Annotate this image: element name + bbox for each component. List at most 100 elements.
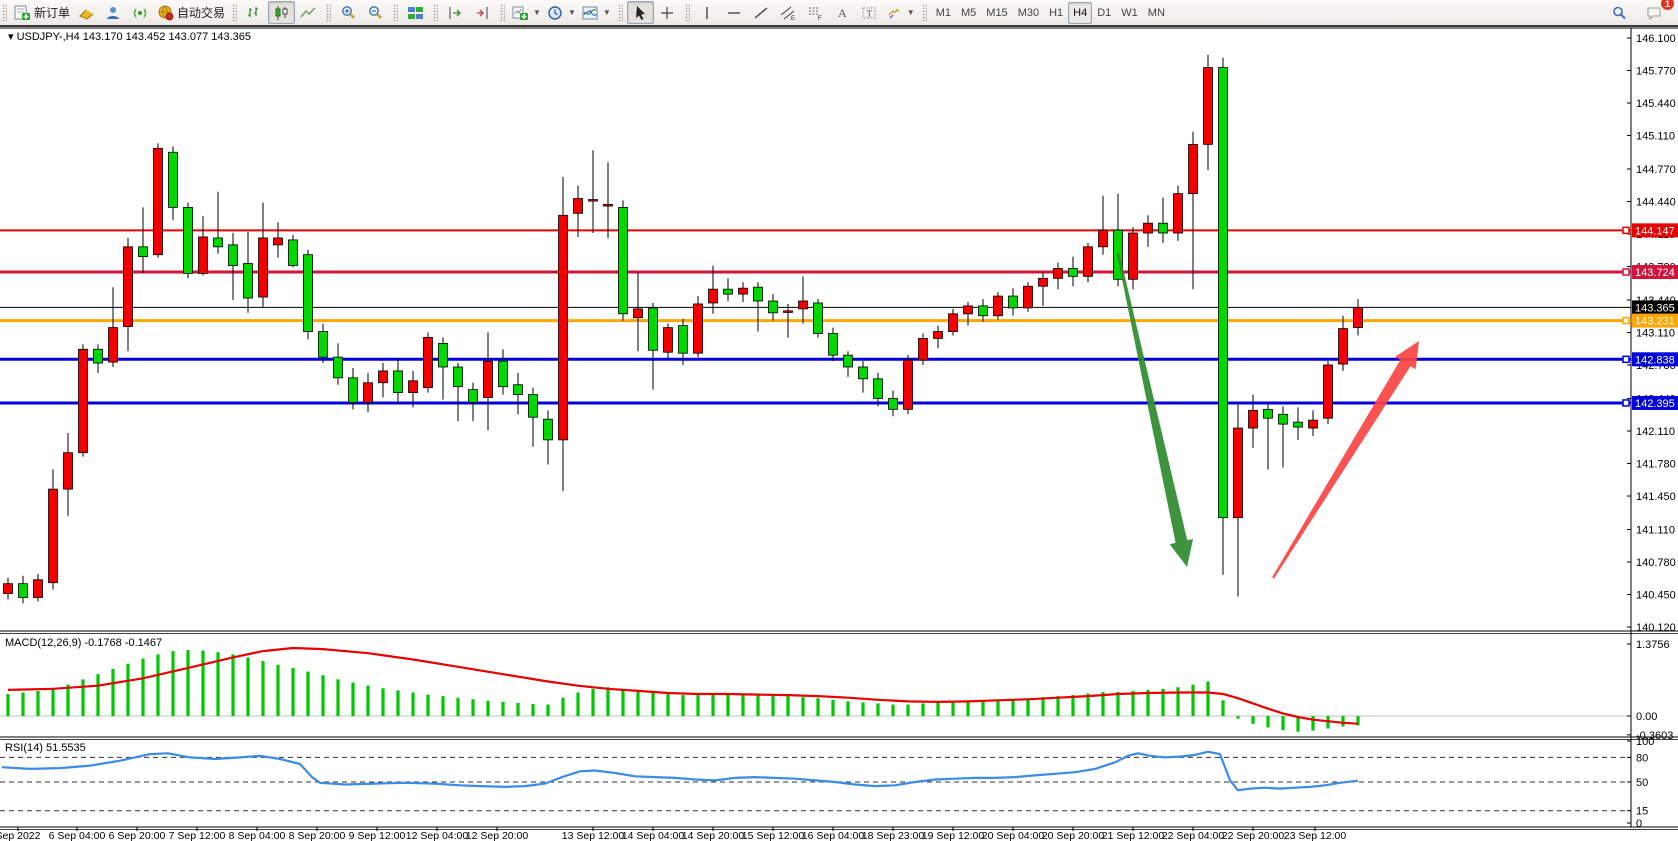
crosshair-button[interactable] [654, 1, 681, 24]
toolbar-separator [326, 4, 331, 22]
toolbar-separator [922, 4, 927, 22]
candle-body [4, 584, 13, 594]
candle-body [1099, 230, 1108, 247]
candle-body [1189, 144, 1198, 193]
toolbar-separator [618, 4, 623, 22]
new-chart-icon [512, 5, 529, 21]
price-line-label: 143.231 [1635, 316, 1675, 328]
price-tick-label: 143.110 [1636, 328, 1675, 340]
price-tick-label: 145.440 [1636, 98, 1676, 110]
price-line-label: 144.147 [1635, 225, 1675, 237]
chart-canvas[interactable]: 146.100145.770145.440145.110144.770144.4… [0, 27, 1678, 841]
new-order-button[interactable]: 新订单 [11, 1, 73, 24]
price-tick-label: 144.770 [1636, 164, 1676, 176]
chart-shift-button[interactable] [442, 1, 469, 24]
candle-body [769, 301, 778, 313]
candle-body [1054, 268, 1063, 278]
toolbar-separator [2, 4, 7, 22]
candlestick-icon [273, 5, 290, 21]
line-anchor-marker [1623, 356, 1629, 362]
zoom-in-button[interactable] [335, 1, 362, 24]
timeframe-m5[interactable]: M5 [956, 2, 981, 24]
candle-body [409, 381, 418, 393]
candle-body [874, 379, 883, 399]
bar-chart-button[interactable] [241, 1, 268, 24]
channel-button[interactable]: E [775, 1, 802, 24]
price-tick-label: 141.450 [1636, 491, 1676, 503]
candle-body [619, 207, 628, 313]
candlestick-button[interactable] [268, 1, 295, 24]
candle-body [574, 199, 583, 214]
rsi-axis-label: 80 [1636, 752, 1648, 764]
candle-body [1204, 68, 1213, 145]
auto-scroll-button[interactable] [469, 1, 496, 24]
template-button[interactable]: ▼ [579, 1, 614, 24]
candle-body [1039, 278, 1048, 286]
timeframe-m1[interactable]: M1 [931, 2, 956, 24]
shapes-button[interactable]: ▼ [883, 1, 918, 24]
signals-button[interactable] [127, 1, 154, 24]
notifications-button[interactable]: 1 [1641, 1, 1668, 24]
timeframe-h4[interactable]: H4 [1068, 2, 1092, 24]
fibonacci-button[interactable]: F [802, 1, 829, 24]
chevron-down-icon: ▼ [603, 8, 611, 17]
chart-background [0, 27, 1678, 841]
timeframe-mn[interactable]: MN [1143, 2, 1170, 24]
timeframe-d1[interactable]: D1 [1092, 2, 1116, 24]
price-tick-label: 144.440 [1636, 197, 1676, 209]
candle-body [109, 328, 118, 362]
candle-body [454, 367, 463, 387]
label-button[interactable]: T [856, 1, 883, 24]
autotrade-button[interactable]: 自动交易 [154, 1, 228, 24]
price-line-label: 142.395 [1635, 398, 1675, 410]
channel-icon: E [780, 5, 797, 21]
line-anchor-marker [1623, 269, 1629, 275]
time-axis-label: 20 Sep 04:00 [982, 830, 1045, 841]
tile-windows-button[interactable] [402, 1, 429, 24]
new-chart-button[interactable]: ▼ [509, 1, 544, 24]
time-axis-label: 6 Sep 20:00 [109, 830, 166, 841]
candle-body [529, 395, 538, 418]
toolbar-separator [433, 4, 438, 22]
candle-body [1129, 233, 1138, 279]
timeframe-m30[interactable]: M30 [1013, 2, 1044, 24]
gold-button[interactable] [73, 1, 100, 24]
zoom-out-button[interactable] [362, 1, 389, 24]
vline-button[interactable] [694, 1, 721, 24]
community-button[interactable] [100, 1, 127, 24]
line-chart-icon [300, 5, 317, 21]
hline-button[interactable] [721, 1, 748, 24]
candle-body [184, 207, 193, 273]
new-order-icon [14, 5, 31, 21]
candle-body [1084, 247, 1093, 277]
toolbar-separator [685, 4, 690, 22]
chart-area[interactable]: 146.100145.770145.440145.110144.770144.4… [0, 27, 1678, 841]
candle-body [604, 204, 613, 206]
time-axis-label: 23 Sep 12:00 [1284, 830, 1347, 841]
line-chart-button[interactable] [295, 1, 322, 24]
candle-body [709, 289, 718, 303]
timeframe-m15[interactable]: M15 [981, 2, 1012, 24]
candle-body [844, 355, 853, 367]
crosshair-icon [659, 5, 676, 21]
text-button[interactable]: A [829, 1, 856, 24]
toolbar-group: 新订单 自动交易 [9, 1, 230, 25]
search-button[interactable] [1606, 1, 1633, 24]
trendline-button[interactable] [748, 1, 775, 24]
price-tick-label: 142.110 [1636, 426, 1675, 438]
time-axis-label: 21 Sep 12:00 [1102, 830, 1165, 841]
price-tick-label: 145.770 [1636, 66, 1676, 78]
timeframe-h1[interactable]: H1 [1044, 2, 1068, 24]
price-tick-label: 140.450 [1636, 590, 1676, 602]
period-button[interactable]: ▼ [544, 1, 579, 24]
candle-body [754, 287, 763, 301]
svg-text:A: A [838, 6, 847, 20]
candle-body [1024, 286, 1033, 308]
toolbar-group: ▼▼▼ [507, 1, 616, 25]
timeframe-w1[interactable]: W1 [1116, 2, 1143, 24]
cursor-button[interactable] [627, 1, 654, 24]
cursor-icon [632, 5, 649, 21]
macd-axis-label: 0.00 [1636, 711, 1657, 723]
candle-body [979, 306, 988, 316]
candle-body [79, 349, 88, 452]
